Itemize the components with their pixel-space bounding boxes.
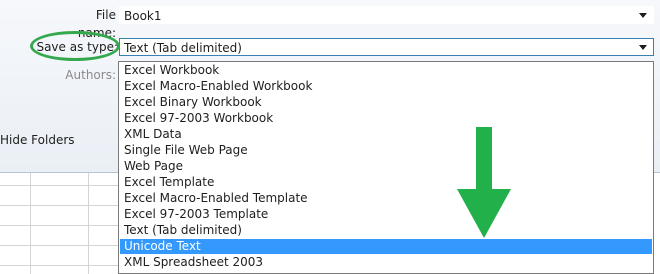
dropdown-item[interactable]: XML Spreadsheet 2003 (120, 255, 652, 270)
dropdown-item[interactable]: Text (Tab delimited) (120, 223, 652, 238)
highlight-circle-annotation (30, 31, 120, 61)
dropdown-item[interactable]: Single File Web Page (120, 143, 652, 158)
save-as-type-dropdown-list[interactable]: Excel Workbook Excel Macro-Enabled Workbo… (118, 61, 654, 274)
dropdown-item[interactable]: Excel 97-2003 Template (120, 207, 652, 222)
down-arrow-icon (457, 127, 511, 238)
file-name-value: Book1 (124, 9, 162, 23)
file-name-field[interactable]: Book1 (119, 6, 654, 24)
dropdown-item[interactable]: XML Data (120, 127, 652, 142)
hide-folders-button[interactable]: Hide Folders (0, 132, 75, 148)
down-arrow-annotation (457, 127, 511, 238)
dropdown-item[interactable]: Web Page (120, 159, 652, 174)
dropdown-item[interactable]: Unicode Text (120, 239, 652, 254)
chevron-down-icon[interactable] (639, 13, 647, 18)
dropdown-item[interactable]: Excel Macro-Enabled Template (120, 191, 652, 206)
save-as-type-select[interactable]: Text (Tab delimited) (119, 38, 654, 56)
dropdown-item[interactable]: Excel 97-2003 Workbook (120, 111, 652, 126)
authors-label: Authors: (65, 68, 116, 82)
save-as-type-value: Text (Tab delimited) (124, 41, 242, 55)
dropdown-item[interactable]: Excel Binary Workbook (120, 95, 652, 110)
spreadsheet-background (0, 173, 118, 274)
dropdown-item[interactable]: Excel Macro-Enabled Workbook (120, 79, 652, 94)
dropdown-item[interactable]: Excel Workbook (120, 63, 652, 78)
chevron-down-icon[interactable] (639, 45, 647, 50)
dropdown-item[interactable]: Excel Template (120, 175, 652, 190)
